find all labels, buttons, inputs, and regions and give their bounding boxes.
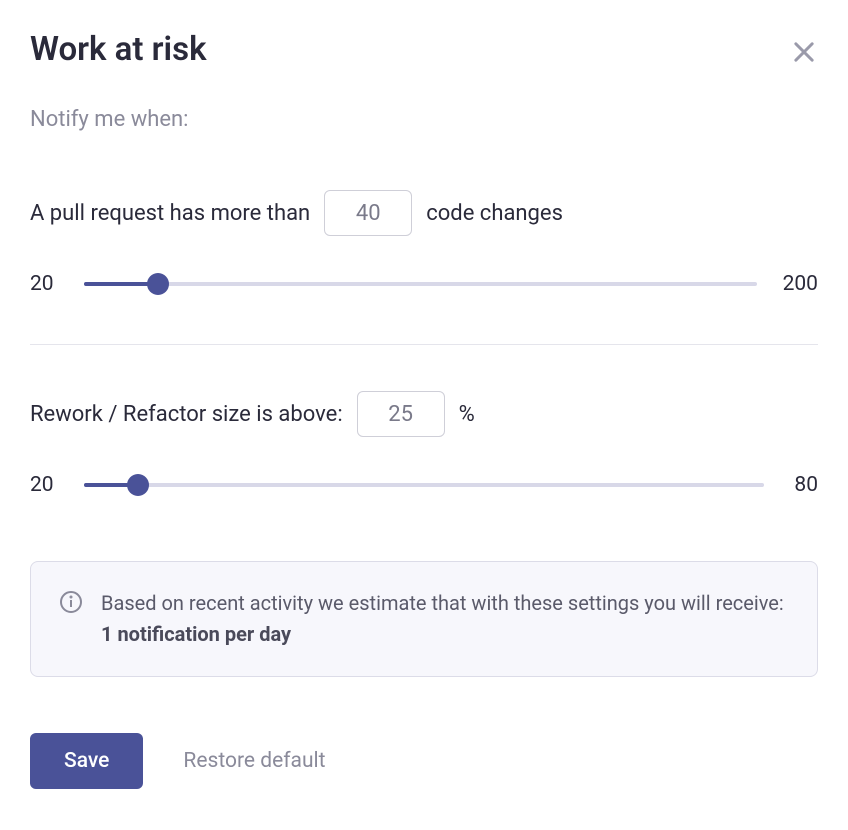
save-button[interactable]: Save [30,733,143,789]
restore-default-button[interactable]: Restore default [183,749,325,773]
rework-input[interactable] [357,391,445,437]
info-box: Based on recent activity we estimate tha… [30,561,818,677]
subtitle: Notify me when: [30,107,818,132]
info-text: Based on recent activity we estimate tha… [101,588,789,650]
pull-request-control: A pull request has more than code change… [30,190,818,236]
rework-slider-min: 20 [30,473,58,497]
pull-request-suffix: code changes [426,201,563,226]
rework-slider-thumb[interactable] [127,474,149,496]
rework-control: Rework / Refactor size is above: % [30,391,818,437]
info-text-before: Based on recent activity we estimate tha… [101,591,784,615]
pr-slider-max: 200 [783,272,818,296]
pull-request-prefix: A pull request has more than [30,201,310,226]
pr-slider-min: 20 [30,272,58,296]
divider [30,344,818,345]
pull-request-input[interactable] [324,190,412,236]
rework-slider-track [84,483,764,487]
close-icon[interactable] [790,38,818,66]
pr-slider-track [84,282,757,286]
rework-suffix: % [459,402,475,427]
rework-slider[interactable] [84,473,764,497]
pr-slider-thumb[interactable] [147,273,169,295]
info-text-bold: 1 notification per day [101,622,291,646]
dialog-title: Work at risk [30,30,207,69]
pr-slider[interactable] [84,272,757,296]
rework-prefix: Rework / Refactor size is above: [30,402,343,427]
rework-slider-max: 80 [790,473,818,497]
info-icon [59,590,83,614]
